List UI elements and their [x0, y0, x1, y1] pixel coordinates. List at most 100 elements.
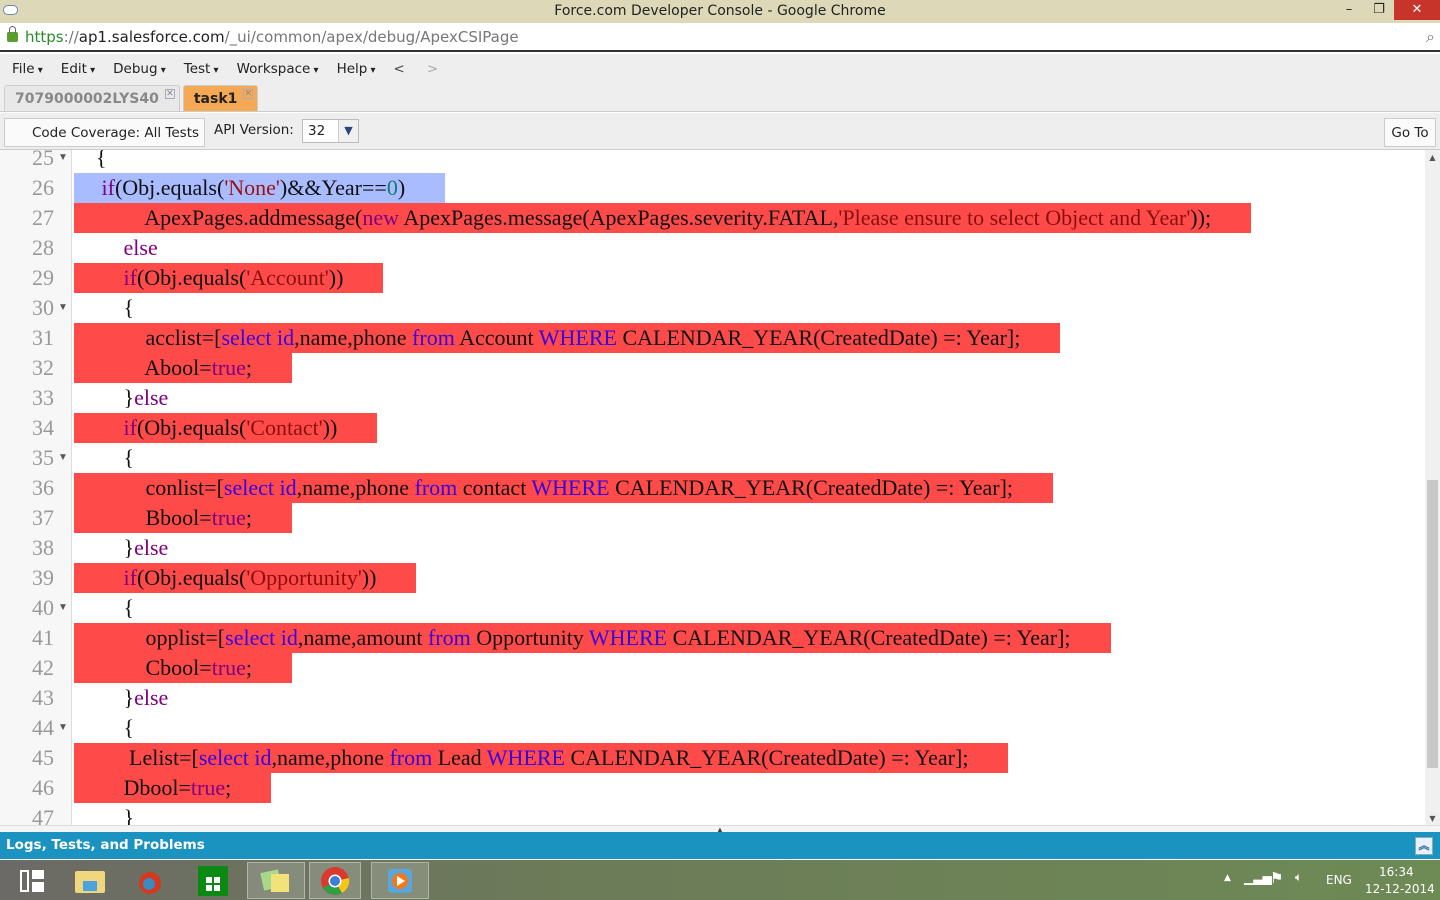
soql-keyword-token: WHERE — [538, 325, 617, 350]
file-explorer-icon[interactable] — [62, 862, 118, 899]
scroll-up-icon[interactable]: ▲ — [1425, 153, 1440, 162]
code-line[interactable]: 33 }else — [0, 383, 1425, 413]
error-highlighted-code: Abool=true; — [74, 353, 293, 383]
error-highlighted-code: opplist=[select id,name,amount from Oppo… — [74, 623, 1111, 653]
nav-forward-button[interactable]: > — [427, 54, 438, 84]
code-token: CALENDAR_YEAR(CreatedDate) =: Year]; — [609, 475, 1014, 500]
menu-workspace[interactable]: Workspace — [237, 54, 319, 84]
fold-toggle-icon[interactable]: ▼ — [58, 593, 68, 623]
restore-button[interactable]: ❐ — [1364, 0, 1394, 20]
taskbar-app-notes[interactable] — [247, 862, 305, 899]
clock-time[interactable]: 16:34 — [1379, 865, 1414, 879]
url-host: ap1.salesforce.com — [78, 28, 225, 46]
action-center-flag-icon[interactable]: ⚑ — [1270, 869, 1283, 887]
line-number: 47 — [32, 805, 54, 825]
go-to-button[interactable]: Go To — [1384, 118, 1436, 147]
code-token: CALENDAR_YEAR(CreatedDate) =: Year]; — [565, 745, 969, 770]
fold-toggle-icon[interactable]: ▼ — [58, 150, 68, 173]
code-line[interactable]: 29 if(Obj.equals('Account')) — [0, 263, 1425, 293]
code-line[interactable]: 45 Lelist=[select id,name,phone from Lea… — [0, 743, 1425, 773]
code-line[interactable]: 46 Dbool=true; — [0, 773, 1425, 803]
code-token: ,name,phone — [294, 325, 413, 350]
code-line[interactable]: 42 Cbool=true; — [0, 653, 1425, 683]
zoom-magnifier-icon[interactable]: ⌕ — [1426, 23, 1435, 51]
clock-date[interactable]: 12-12-2014 — [1365, 882, 1435, 896]
fold-toggle-icon[interactable]: ▼ — [58, 293, 68, 323]
windows-store-icon[interactable] — [185, 862, 241, 899]
volume-icon[interactable]: 🔈︎ — [1295, 870, 1302, 885]
code-line[interactable]: 37 Bbool=true; — [0, 503, 1425, 533]
soql-keyword-token: select id — [198, 745, 272, 770]
editor-tabs: 7079000002LYS40 ✕ task1 ✕ — [0, 84, 1440, 112]
code-token: (Obj.equals( — [114, 175, 225, 200]
code-token: Lead — [432, 745, 487, 770]
code-token: ; — [245, 655, 253, 680]
api-version-select[interactable]: 32 ▼ — [302, 119, 359, 143]
expand-panel-icon[interactable]: ︽ — [1415, 837, 1433, 855]
scrollbar-thumb[interactable] — [1427, 480, 1438, 768]
code-line[interactable]: 35 ▼ { — [0, 443, 1425, 473]
close-tab-icon[interactable]: ✕ — [164, 89, 175, 99]
code-line[interactable]: 26 if(Obj.equals('None')&&Year==0) — [0, 173, 1425, 203]
code-line[interactable]: 40 ▼ { — [0, 593, 1425, 623]
code-token: CALENDAR_YEAR(CreatedDate) =: Year]; — [667, 625, 1071, 650]
line-number: 37 — [32, 505, 54, 530]
panel-splitter[interactable]: ▲ — [0, 825, 1440, 834]
chevron-down-icon[interactable]: ▼ — [338, 120, 358, 142]
editor-scrollbar[interactable]: ▲ ▼ — [1425, 150, 1440, 825]
code-line[interactable]: 41 opplist=[select id,name,amount from O… — [0, 623, 1425, 653]
chrome-icon[interactable] — [309, 862, 361, 899]
code-token: Account — [454, 325, 539, 350]
keyword-token: if — [101, 175, 115, 200]
code-token: } — [74, 385, 135, 410]
menu-edit[interactable]: Edit — [61, 54, 95, 84]
start-icon[interactable] — [4, 862, 60, 899]
code-token: Opportunity — [470, 625, 589, 650]
code-line[interactable]: 39 if(Obj.equals('Opportunity')) — [0, 563, 1425, 593]
fold-toggle-icon[interactable]: ▼ — [58, 443, 68, 473]
tab-task1[interactable]: task1 ✕ — [182, 85, 259, 111]
address-bar[interactable]: https://ap1.salesforce.com/_ui/common/ap… — [0, 23, 1440, 52]
code-line[interactable]: 30 ▼ { — [0, 293, 1425, 323]
close-button[interactable]: ✕ — [1394, 0, 1440, 20]
network-signal-icon[interactable]: ▁▃▅ — [1244, 871, 1272, 885]
soql-keyword-token: WHERE — [486, 745, 565, 770]
code-line[interactable]: 38 }else — [0, 533, 1425, 563]
code-token: ; — [245, 505, 253, 530]
code-line[interactable]: 25 ▼ { — [0, 150, 1425, 173]
menu-test[interactable]: Test — [184, 54, 219, 84]
menu-help[interactable]: Help — [337, 54, 376, 84]
fold-toggle-icon[interactable]: ▼ — [58, 713, 68, 743]
code-token: ,name,phone — [296, 475, 415, 500]
menu-file[interactable]: File — [12, 54, 43, 84]
string-token: 'None' — [224, 175, 280, 200]
code-line[interactable]: 32 Abool=true; — [0, 353, 1425, 383]
code-line[interactable]: 47 } — [0, 803, 1425, 825]
keyword-token: true — [211, 655, 246, 680]
code-text: }else — [74, 383, 208, 413]
code-line[interactable]: 36 conlist=[select id,name,phone from co… — [0, 473, 1425, 503]
show-hidden-icons-icon[interactable]: ▲ — [1224, 873, 1231, 883]
scroll-down-icon[interactable]: ▼ — [1425, 814, 1440, 823]
string-token: 'Please ensure to select Object and Year… — [838, 205, 1191, 230]
logs-panel-header[interactable]: Logs, Tests, and Problems ︽ — [0, 832, 1440, 859]
code-editor[interactable]: 25 ▼ {26 if(Obj.equals('None')&&Year==0) 2… — [0, 150, 1425, 825]
media-player-icon[interactable] — [371, 862, 429, 899]
line-number: 26 — [32, 175, 54, 200]
minimize-button[interactable]: – — [1334, 0, 1364, 20]
firefox-icon[interactable] — [122, 862, 178, 899]
code-line[interactable]: 31 acclist=[select id,name,phone from Ac… — [0, 323, 1425, 353]
window-title: Force.com Developer Console - Google Chr… — [554, 3, 886, 19]
code-line[interactable]: 34 if(Obj.equals('Contact')) — [0, 413, 1425, 443]
code-line[interactable]: 27 ApexPages.addmessage(new ApexPages.me… — [0, 203, 1425, 233]
input-language[interactable]: ENG — [1326, 873, 1352, 887]
code-line[interactable]: 43 }else — [0, 683, 1425, 713]
menu-debug[interactable]: Debug — [113, 54, 166, 84]
code-line[interactable]: 44 ▼ { — [0, 713, 1425, 743]
code-line[interactable]: 28 else — [0, 233, 1425, 263]
code-coverage-dropdown[interactable]: Code Coverage: All Tests ▼ — [4, 118, 205, 168]
nav-back-button[interactable]: < — [394, 54, 405, 84]
tab-7079000002LYS40[interactable]: 7079000002LYS40 ✕ — [4, 85, 180, 111]
close-tab-icon[interactable]: ✕ — [243, 89, 254, 99]
system-tray: ▲ ▁▃▅ ⚑ 🔈︎ ENG 16:34 12-12-2014 — [1220, 860, 1440, 900]
